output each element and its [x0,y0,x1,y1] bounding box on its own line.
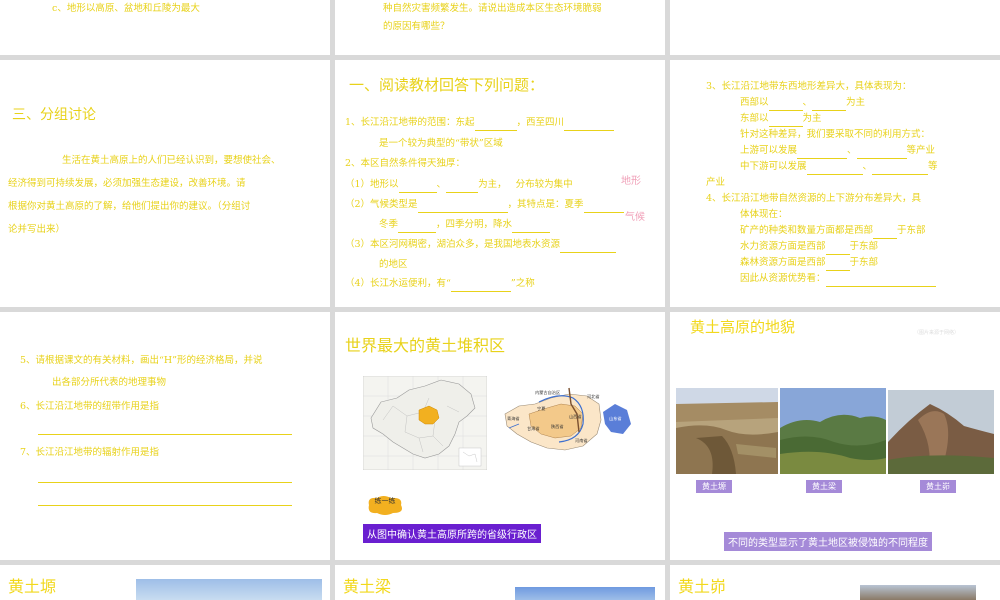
map2-label-5: 甘肃省 [527,425,540,432]
slide-12[interactable]: 黄土峁 [670,565,1000,600]
slide-4[interactable]: 三、分组讨论 生活在黄土高原上的人们已经认识到，要想使社会、 经济得到可持续发展… [0,60,330,307]
slide-6-q3: 3、长江沿江地带东西地形差异大，具体表现为： [706,81,912,92]
slide-1[interactable]: c、地形以高原、盆地和丘陵为最大 [0,0,330,55]
slide-11-photo [515,587,655,600]
loess-hill-photo [888,390,994,474]
slide-10-title: 黄土塬 [8,577,57,596]
slide-6-q3c: 针对这种差异，我们要采取不同的利用方式： [740,129,931,140]
slide-7[interactable]: 5、请根据课文的有关材料，画出“H”形的经济格局，并说 出各部分所代表的地理事物… [0,312,330,560]
slide-7-answer-line-3 [38,505,292,506]
map2-label-6: 青海省 [507,415,520,422]
practice-bubble-label: 练一练 [374,497,396,505]
slide-4-para-2: 经济得到可持续发展，必须加强生态建设，改善环境。请 [8,178,246,189]
slide-7-answer-line-1 [38,434,292,435]
slide-9[interactable]: 黄土高原的地貌 （图片来源于网络） 黄土塬 黄土梁 黄土峁 不同的类型显示了黄土… [670,312,1000,560]
slide-11-title: 黄土梁 [343,577,392,596]
slide-6-q4c: 矿产的种类和数量方面都是西部 于东部 [740,224,926,239]
slide-6-q4: 4、长江沿江地带自然资源的上下游分布差异大，具 [706,193,922,204]
slide-6-q3f: 产业 [706,177,726,188]
slide-7-q6: 6、长江沿江地带的纽带作用是指 [20,401,160,412]
slide-6-q3b: 东部以 为主 [740,112,822,127]
map2-label-3: 陕西省 [551,423,564,430]
slide-3[interactable] [670,0,1000,55]
tag-loess-ridge: 黄土梁 [806,480,842,493]
slide-11[interactable]: 黄土梁 [335,565,665,600]
slide-8[interactable]: 世界最大的黄土堆积区 内蒙古自治区 河北省 山西省 陕西省 宁夏 甘肃省 青海省… [335,312,665,560]
slide-4-title: 三、分组讨论 [12,107,96,123]
slide-8-title: 世界最大的黄土堆积区 [345,336,506,355]
slide-5-q2-3b: 的地区 [379,259,408,270]
slide-5[interactable]: 一、阅读教材回答下列问题： 1、长江沿江地带的范围：东起 ，西至四川 是一个较为典… [335,60,665,307]
map2-label-0: 内蒙古自治区 [535,389,560,396]
slide-5-q2-3: （3）本区河网稠密，湖泊众多，是我国地表水资源 [345,238,617,253]
map2-label-8: 山东省 [609,415,622,422]
slide-4-para-4: 论并写出来） [8,224,66,235]
slide-4-para-3: 根据你对黄土高原的了解，给他们提出你的建议。（分组讨 [8,201,251,212]
slide-5-q2-2: （2）气候类型是 ，其特点是：夏季 [345,198,624,213]
slide-5-q2-1: （1）地形以、为主， 分布较为集中 [345,178,573,193]
slide-6[interactable]: 3、长江沿江地带东西地形差异大，具体表现为： 西部以、为主 东部以 为主 针对这种… [670,60,1000,307]
slide-5-q1c: 是一个较为典型的“带状”区域 [379,138,503,149]
slide-10-photo [136,579,322,600]
map2-label-7: 河南省 [575,437,588,444]
slide-8-caption: 从图中确认黄土高原所跨的省级行政区 [363,524,541,543]
slide-7-q7: 7、长江沿江地带的辐射作用是指 [20,447,160,458]
slide-7-answer-line-2 [38,482,292,483]
slide-9-title: 黄土高原的地貌 [690,318,796,336]
slide-1-line-c: c、地形以高原、盆地和丘陵为最大 [52,3,200,14]
tag-loess-tableland: 黄土塬 [696,480,732,493]
slide-2-line-1: 种自然灾害频繁发生。请说出造成本区生态环境脆弱 [383,3,602,14]
slide-10[interactable]: 黄土塬 [0,565,330,600]
slide-12-title: 黄土峁 [678,577,727,596]
slide-9-caption: 不同的类型显示了黄土地区被侵蚀的不同程度 [724,532,932,551]
map2-label-2: 山西省 [569,413,582,420]
slide-5-q1: 1、长江沿江地带的范围：东起 ，西至四川 [345,116,615,131]
slide-2[interactable]: 种自然灾害频繁发生。请说出造成本区生态环境脆弱 的原因有哪些？ [335,0,665,55]
slide-6-q4e: 森林资源方面是西部 于东部 [740,256,878,271]
slide-9-small-note: （图片来源于网络） [914,330,960,336]
slide-6-q4d: 水力资源方面是西部 于东部 [740,240,878,255]
china-map-image [363,376,487,470]
slide-4-para-1: 生活在黄土高原上的人们已经认识到，要想使社会、 [62,155,281,166]
slide-6-q4b: 体体现在： [740,209,788,220]
map2-label-4: 宁夏 [537,405,546,411]
slide-12-photo [860,585,976,600]
slide-5-q2-4: （4）长江水运便利，有“ ”之称 [345,277,535,292]
map2-label-1: 河北省 [587,393,600,400]
slide-6-q4f: 因此从资源优势看： [740,272,936,287]
loess-plateau-region-map: 内蒙古自治区 河北省 山西省 陕西省 宁夏 甘肃省 青海省 河南省 山东省 [499,384,633,460]
loess-ridge-photo [780,388,886,474]
tag-loess-hill: 黄土峁 [920,480,956,493]
loess-tableland-photo [676,388,778,474]
practice-bubble[interactable]: 练一练 [365,495,405,517]
slide-6-q3a: 西部以、为主 [740,96,865,111]
slide-7-q5b: 出各部分所代表的地理事物 [52,377,167,388]
slide-6-q3d: 上游可以发展、等产业 [740,144,935,159]
slide-2-line-2: 的原因有哪些？ [383,21,450,32]
slide-6-q3e: 中下游可以发展、等 [740,160,938,175]
slide-5-q2-2b: 冬季 ，四季分明，降水 [379,218,551,233]
slide-7-q5: 5、请根据课文的有关材料，画出“H”形的经济格局，并说 [20,355,263,366]
slide-5-q2: 2、本区自然条件得天独厚： [345,158,466,169]
slide-5-side-label-climate: 气候 [625,212,645,223]
slide-5-title: 一、阅读教材回答下列问题： [349,76,545,94]
slide-5-side-label-terrain: 地形 [621,176,641,187]
